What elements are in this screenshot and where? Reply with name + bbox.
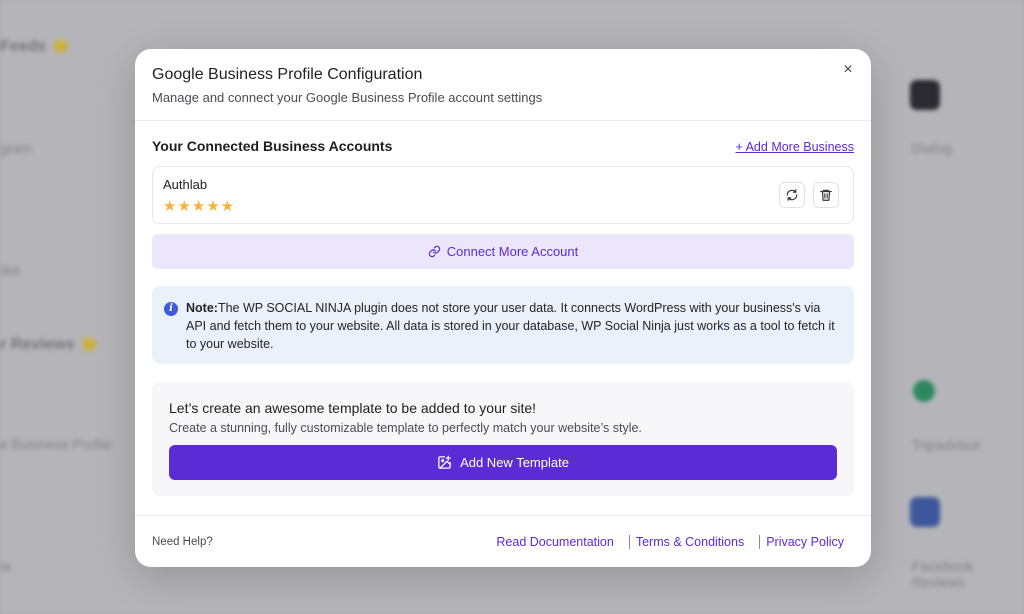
account-name: Authlab bbox=[163, 177, 208, 192]
need-help-text: Need Help? bbox=[152, 535, 213, 548]
delete-button[interactable] bbox=[813, 182, 839, 208]
refresh-icon bbox=[786, 189, 798, 201]
template-description: Create a stunning, fully customizable te… bbox=[169, 421, 642, 435]
modal-title: Google Business Profile Configuration bbox=[152, 66, 423, 83]
configuration-modal: Google Business Profile Configuration Ma… bbox=[135, 49, 871, 567]
divider bbox=[759, 534, 761, 549]
note-box: i Note:The WP SOCIAL NINJA plugin does n… bbox=[152, 286, 854, 364]
modal-footer: Need Help? Read Documentation Terms & Co… bbox=[135, 515, 871, 567]
close-icon[interactable]: × bbox=[839, 61, 857, 79]
star-rating: ★★★★★ bbox=[163, 198, 236, 215]
modal-subtitle: Manage and connect your Google Business … bbox=[152, 90, 543, 105]
trash-icon bbox=[820, 189, 832, 201]
divider bbox=[628, 534, 630, 549]
add-more-business-link[interactable]: + Add More Business bbox=[736, 140, 854, 154]
connect-more-account-label: Connect More Account bbox=[446, 244, 579, 259]
template-title: Let’s create an awesome template to be a… bbox=[169, 400, 537, 416]
image-add-icon bbox=[438, 455, 451, 469]
terms-conditions-link[interactable]: Terms & Conditions bbox=[636, 535, 744, 549]
info-icon: i bbox=[164, 302, 178, 316]
section-title: Your Connected Business Accounts bbox=[152, 138, 393, 154]
connected-accounts-header: Your Connected Business Accounts + Add M… bbox=[152, 138, 854, 158]
account-card: Authlab ★★★★★ bbox=[152, 166, 854, 224]
privacy-policy-link[interactable]: Privacy Policy bbox=[766, 535, 844, 549]
add-new-template-button[interactable]: Add New Template bbox=[169, 445, 837, 480]
footer-links: Read Documentation Terms & Conditions Pr… bbox=[496, 534, 854, 549]
add-new-template-label: Add New Template bbox=[460, 455, 569, 470]
link-icon bbox=[428, 245, 440, 258]
template-promo: Let’s create an awesome template to be a… bbox=[152, 382, 854, 496]
note-label: Note: bbox=[186, 301, 218, 315]
modal-header: Google Business Profile Configuration Ma… bbox=[135, 49, 871, 121]
note-text: The WP SOCIAL NINJA plugin does not stor… bbox=[186, 301, 835, 351]
connect-more-account-button[interactable]: Connect More Account bbox=[152, 234, 854, 269]
read-documentation-link[interactable]: Read Documentation bbox=[496, 535, 613, 549]
refresh-button[interactable] bbox=[779, 182, 805, 208]
